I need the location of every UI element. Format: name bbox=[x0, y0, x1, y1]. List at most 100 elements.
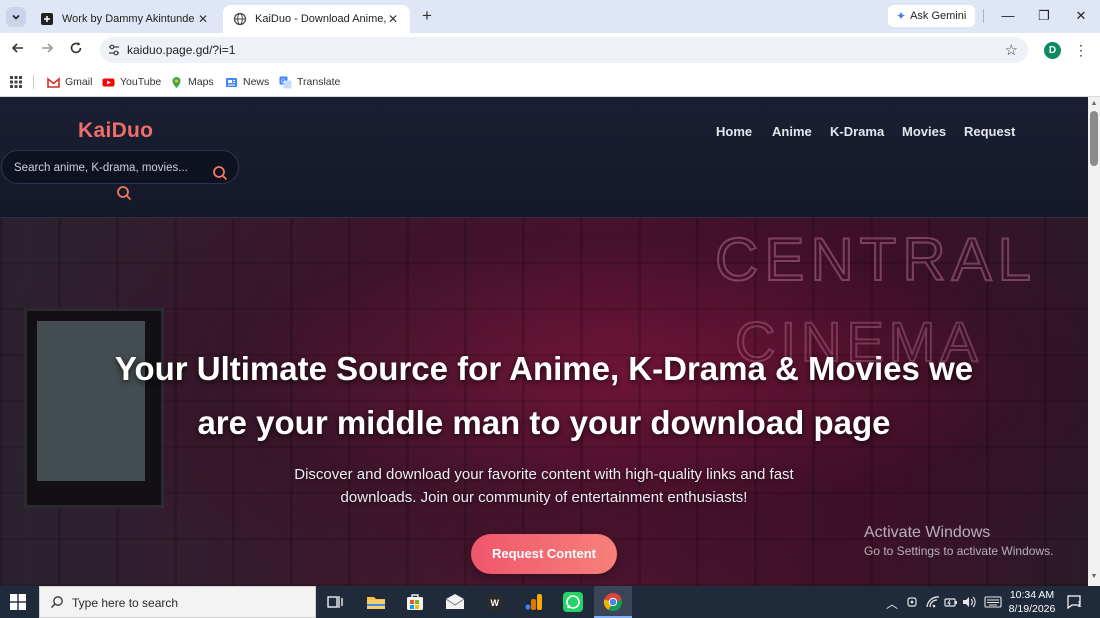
windows-taskbar: Type here to search W ︿ 10:34 AM 8/19/20… bbox=[0, 586, 1100, 618]
translate-icon: G bbox=[279, 76, 292, 88]
bookmark-label: News bbox=[243, 76, 270, 88]
taskbar-search-box[interactable]: Type here to search bbox=[39, 586, 316, 618]
bookmark-news[interactable]: News bbox=[225, 74, 269, 90]
youtube-icon bbox=[102, 78, 115, 86]
gmail-icon bbox=[47, 76, 60, 88]
tab-kaiduo[interactable]: KaiDuo - Download Anime, K-D ✕ bbox=[223, 5, 410, 33]
new-tab-button[interactable]: + bbox=[418, 6, 436, 26]
svg-text:G: G bbox=[281, 79, 286, 85]
nav-request[interactable]: Request bbox=[964, 124, 1015, 139]
search-icon[interactable] bbox=[116, 185, 132, 201]
battery-charging-icon[interactable] bbox=[944, 596, 958, 608]
bookmark-label: Translate bbox=[297, 76, 341, 88]
analytics-app-icon[interactable] bbox=[523, 591, 545, 613]
nav-movies[interactable]: Movies bbox=[902, 124, 946, 139]
request-content-button[interactable]: Request Content bbox=[471, 534, 617, 574]
notification-count-badge: 1 bbox=[1077, 600, 1082, 609]
bookmark-label: Maps bbox=[188, 76, 214, 88]
windows-start-icon[interactable] bbox=[10, 594, 26, 610]
profile-avatar[interactable]: D bbox=[1044, 42, 1061, 59]
globe-icon bbox=[233, 12, 247, 26]
whatsapp-icon[interactable] bbox=[562, 591, 584, 613]
forward-button[interactable] bbox=[37, 41, 57, 61]
close-window-button[interactable]: ✕ bbox=[1066, 6, 1096, 26]
gemini-spark-icon: ✦ bbox=[896, 9, 907, 23]
nav-home[interactable]: Home bbox=[716, 124, 752, 139]
taskbar-clock[interactable]: 10:34 AM 8/19/2026 bbox=[1006, 588, 1058, 616]
tab-title: KaiDuo - Download Anime, K-D bbox=[255, 13, 386, 25]
tab-title: Work by Dammy Akintunde bbox=[62, 13, 195, 25]
reload-button[interactable] bbox=[66, 41, 86, 61]
tab-search-button[interactable] bbox=[6, 7, 26, 27]
site-header: KaiDuo Home Anime K-Drama Movies Request bbox=[0, 97, 1088, 218]
search-icon bbox=[51, 596, 63, 608]
site-logo[interactable]: KaiDuo bbox=[78, 119, 153, 143]
bookmark-gmail[interactable]: Gmail bbox=[47, 74, 92, 90]
microsoft-store-icon[interactable] bbox=[404, 591, 426, 613]
scrollbar-thumb[interactable] bbox=[1090, 111, 1098, 166]
back-button[interactable] bbox=[8, 41, 28, 61]
hero-title: Your Ultimate Source for Anime, K-Drama … bbox=[70, 342, 1018, 450]
divider bbox=[983, 9, 984, 23]
background-neon-sign-central: CENTRAL bbox=[715, 225, 1037, 294]
bookmark-label: YouTube bbox=[120, 76, 162, 88]
chrome-taskbar-button-active[interactable] bbox=[594, 586, 632, 618]
hero-subtitle: Discover and download your favorite cont… bbox=[240, 463, 848, 509]
maps-icon bbox=[172, 76, 181, 88]
wifi-icon[interactable] bbox=[926, 596, 940, 608]
scroll-down-arrow-icon[interactable]: ▼ bbox=[1090, 573, 1098, 581]
meet-now-icon[interactable] bbox=[906, 596, 918, 608]
svg-text:CENTRAL: CENTRAL bbox=[715, 226, 1037, 293]
page-scrollbar[interactable]: ▲ ▼ bbox=[1088, 97, 1100, 586]
ask-gemini-button[interactable]: ✦ Ask Gemini bbox=[888, 5, 975, 27]
nav-anime[interactable]: Anime bbox=[772, 124, 812, 139]
svg-text:W: W bbox=[491, 598, 500, 608]
apps-grid-icon[interactable] bbox=[10, 76, 22, 88]
word-app-icon[interactable]: W bbox=[484, 591, 506, 613]
task-view-icon[interactable] bbox=[324, 591, 346, 613]
search-icon[interactable] bbox=[212, 165, 228, 181]
address-bar[interactable]: kaiduo.page.gd/?i=1 ☆ bbox=[100, 37, 1028, 63]
reload-icon bbox=[70, 42, 82, 54]
divider bbox=[33, 75, 34, 89]
clock-date: 8/19/2026 bbox=[1008, 603, 1056, 615]
site-search-field[interactable] bbox=[1, 150, 239, 184]
mail-icon[interactable] bbox=[444, 591, 466, 613]
tab-work-by-dammy[interactable]: Work by Dammy Akintunde ✕ bbox=[30, 5, 220, 33]
file-explorer-icon[interactable] bbox=[365, 591, 387, 613]
notification-center-button[interactable]: 1 bbox=[1066, 594, 1084, 610]
bookmark-label: Gmail bbox=[65, 76, 93, 88]
site-search-input[interactable] bbox=[12, 158, 196, 178]
scroll-up-arrow-icon[interactable]: ▲ bbox=[1090, 100, 1098, 108]
bookmark-star-icon[interactable]: ☆ bbox=[1005, 41, 1018, 59]
bookmarks-bar: Gmail YouTube Maps News G Translate bbox=[0, 68, 1100, 97]
chevron-down-icon bbox=[12, 14, 20, 20]
bookmark-translate[interactable]: G Translate bbox=[279, 74, 340, 90]
clock-time: 10:34 AM bbox=[1009, 589, 1055, 601]
close-tab-icon[interactable]: ✕ bbox=[386, 12, 400, 26]
close-tab-icon[interactable]: ✕ bbox=[196, 12, 210, 26]
bookmark-youtube[interactable]: YouTube bbox=[102, 74, 161, 90]
minimize-button[interactable]: — bbox=[993, 6, 1023, 26]
restore-button[interactable]: ❐ bbox=[1029, 6, 1059, 26]
chrome-icon bbox=[603, 593, 623, 612]
site-settings-icon[interactable] bbox=[107, 43, 121, 57]
show-hidden-icons-icon[interactable]: ︿ bbox=[886, 595, 898, 612]
nav-k-drama[interactable]: K-Drama bbox=[830, 124, 884, 139]
hero-subtitle-line: Discover and download your favorite cont… bbox=[294, 466, 794, 483]
keyboard-icon[interactable] bbox=[984, 595, 1002, 609]
browser-menu-icon[interactable]: ⋮ bbox=[1074, 41, 1088, 59]
taskbar-search-placeholder: Type here to search bbox=[72, 596, 179, 610]
activate-windows-subtitle: Go to Settings to activate Windows. bbox=[864, 544, 1054, 558]
site-favicon-icon bbox=[41, 13, 53, 25]
browser-toolbar: kaiduo.page.gd/?i=1 ☆ D ⋮ bbox=[0, 33, 1100, 68]
bookmark-maps[interactable]: Maps bbox=[170, 74, 214, 90]
url-text[interactable]: kaiduo.page.gd/?i=1 bbox=[127, 43, 235, 57]
arrow-left-icon bbox=[11, 43, 23, 53]
ask-gemini-label: Ask Gemini bbox=[910, 10, 967, 22]
page-viewport: KaiDuo Home Anime K-Drama Movies Request… bbox=[0, 97, 1088, 586]
hero-section: CENTRAL CINEMA Your Ultimate Source for … bbox=[0, 218, 1088, 586]
hero-title-line: are your middle man to your download pag… bbox=[197, 404, 891, 441]
volume-icon[interactable] bbox=[962, 596, 978, 608]
arrow-right-icon bbox=[42, 43, 54, 53]
